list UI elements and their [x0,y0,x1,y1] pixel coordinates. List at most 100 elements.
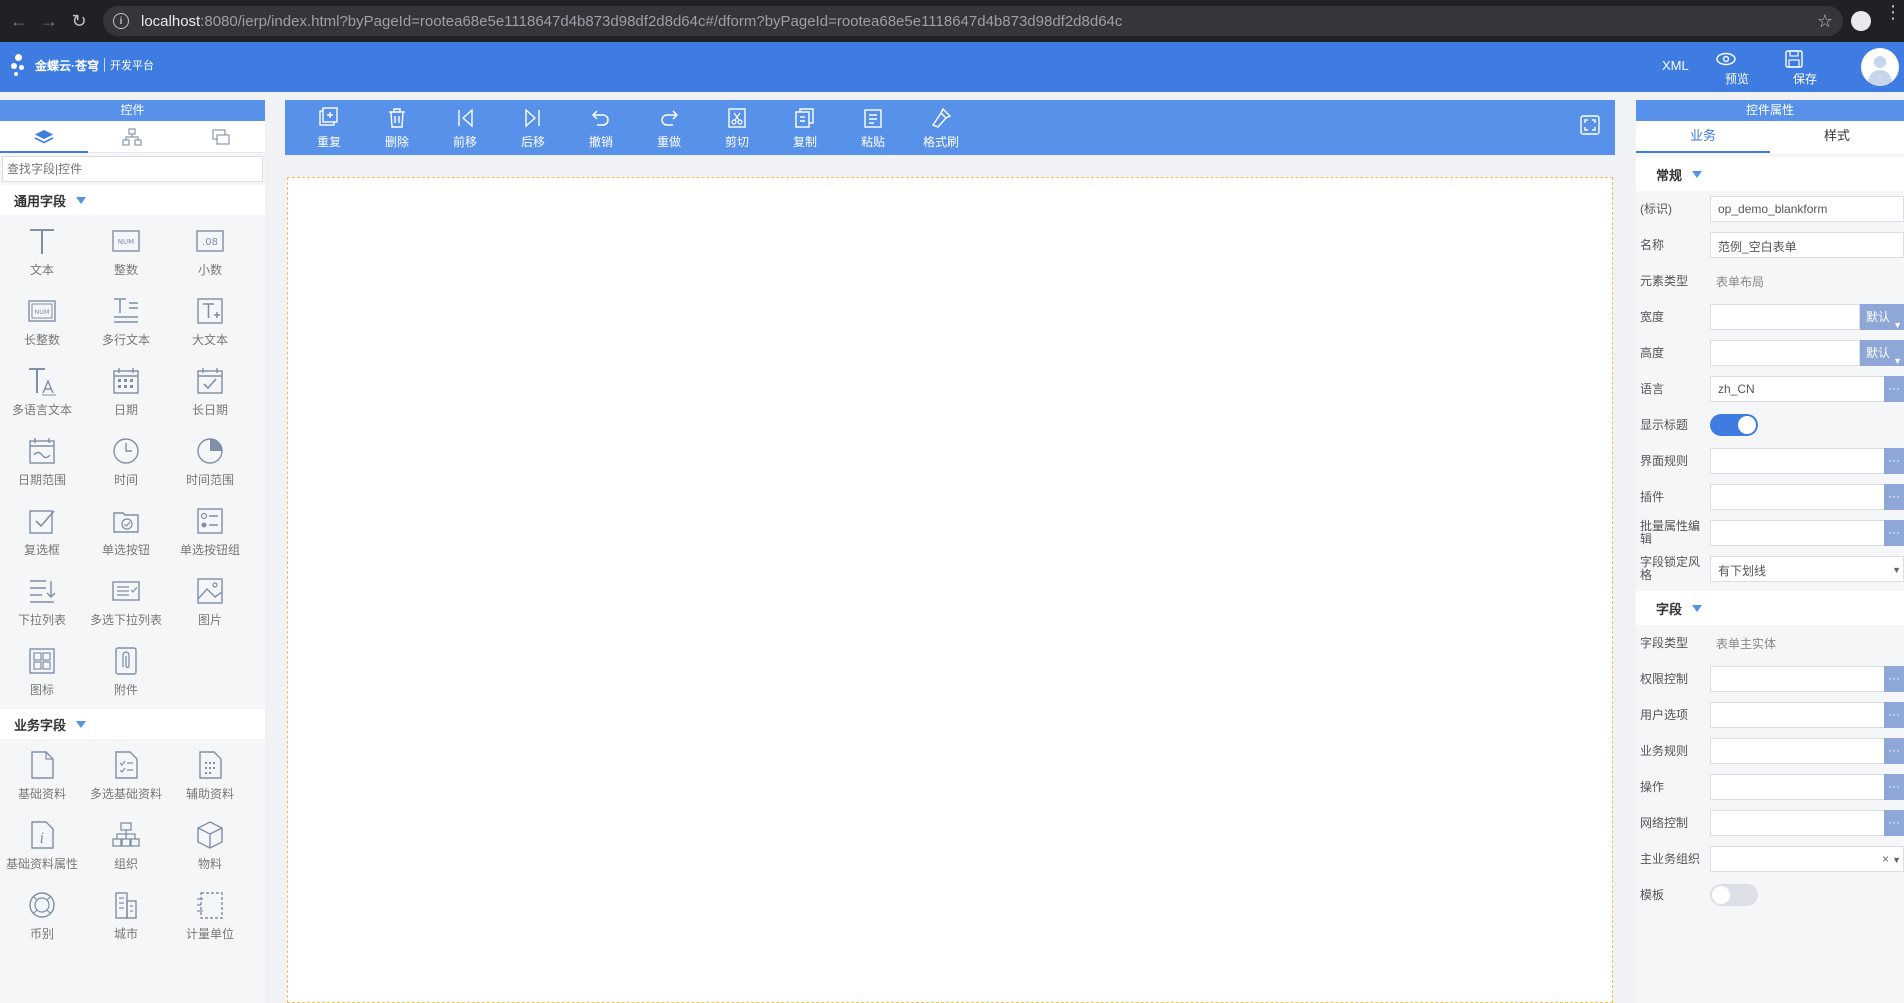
control-item[interactable]: 计量单位 [168,879,252,949]
language-more-button[interactable]: ··· [1884,376,1904,402]
templates-tab[interactable] [177,121,265,152]
template-toggle[interactable] [1710,884,1758,906]
control-item[interactable]: 基础资料 [0,739,84,809]
info-icon[interactable]: i [113,13,129,29]
operations-more-button[interactable]: ··· [1884,774,1904,800]
control-item[interactable]: 组织 [84,809,168,879]
control-item[interactable]: 长日期 [168,355,252,425]
control-item[interactable]: 图片 [168,565,252,635]
prop-batch-edit-input[interactable] [1710,520,1904,546]
prop-user-option-label: 用户选项 [1640,707,1689,722]
plugins-more-button[interactable]: ··· [1884,484,1904,510]
section-general[interactable]: 常规 [1636,157,1904,191]
forward-arrow-icon[interactable]: → [34,6,64,36]
save-button[interactable]: 保存 [1783,48,1827,87]
prop-permission-label: 权限控制 [1640,671,1689,686]
business-rules-more-button[interactable]: ··· [1884,738,1904,764]
prop-name-input[interactable]: 范例_空白表单 [1710,232,1904,258]
control-item[interactable]: 币别 [0,879,84,949]
control-item[interactable]: 时间 [84,425,168,495]
toolbar-button[interactable]: 粘贴 [839,100,907,155]
properties-panel: 控件属性 业务 样式 常规 (标识) op_demo_blankform 名称 … [1636,100,1904,1003]
user-option-more-button[interactable]: ··· [1884,702,1904,728]
height-default-dropdown[interactable]: 默认 ▼ [1860,340,1904,366]
control-search-input[interactable] [2,156,263,182]
control-item[interactable]: 日期范围 [0,425,84,495]
control-item[interactable]: 时间范围 [168,425,252,495]
control-item[interactable]: 辅助资料 [168,739,252,809]
control-item[interactable]: NUM 长整数 [0,285,84,355]
prop-id-input[interactable]: op_demo_blankform [1710,196,1904,222]
toolbar-button[interactable]: 前移 [431,100,499,155]
batch-edit-more-button[interactable]: ··· [1884,520,1904,546]
width-default-dropdown[interactable]: 默认 ▼ [1860,304,1904,330]
toolbar-button[interactable]: 剪切 [703,100,771,155]
layers-tab[interactable] [0,121,89,153]
reload-icon[interactable]: ↻ [64,6,94,36]
control-item[interactable]: 多选基础资料 [84,739,168,809]
prop-user-option-input[interactable] [1710,702,1904,728]
control-item[interactable]: NUM 整数 [84,215,168,285]
prop-language-input[interactable]: zh_CN [1710,376,1904,402]
toolbar-button[interactable]: 删除 [363,100,431,155]
control-item[interactable]: 大文本 [168,285,252,355]
control-item[interactable]: 单选按钮组 [168,495,252,565]
browser-menu-icon[interactable]: ⋮ [1884,3,1902,21]
clear-icon[interactable]: × [1882,852,1889,866]
group-general-fields[interactable]: 通用字段 [0,185,265,215]
prop-height-input[interactable] [1710,340,1860,366]
control-item[interactable]: 单选按钮 [84,495,168,565]
main-org-select[interactable]: × ▼ [1710,846,1904,872]
control-item[interactable]: i 基础资料属性 [0,809,84,879]
prop-operations-input[interactable] [1710,774,1904,800]
tab-style[interactable]: 样式 [1770,121,1904,153]
control-item-label: 币别 [29,927,54,941]
tree-tab[interactable] [88,121,176,152]
prop-ui-rules-input[interactable] [1710,448,1904,474]
fullscreen-icon[interactable] [1579,114,1601,136]
xml-button[interactable]: XML [1662,58,1689,73]
control-item[interactable]: 多选下拉列表 [84,565,168,635]
prop-width-input[interactable] [1710,304,1860,330]
prop-network-input[interactable] [1710,810,1904,836]
control-item[interactable]: 物料 [168,809,252,879]
control-item[interactable]: 多语言文本 [0,355,84,425]
permission-more-button[interactable]: ··· [1884,666,1904,692]
control-item[interactable]: 日期 [84,355,168,425]
prop-permission-input[interactable] [1710,666,1904,692]
preview-button[interactable]: 预览 [1715,48,1759,87]
user-avatar[interactable] [1861,48,1899,86]
group-business-fields[interactable]: 业务字段 [0,709,265,739]
lock-style-select[interactable]: 有下划线 ▼ [1710,556,1904,582]
control-item[interactable]: .08 小数 [168,215,252,285]
show-title-toggle[interactable] [1710,414,1758,436]
document-icon [26,749,58,781]
prop-business-rules-input[interactable] [1710,738,1904,764]
bookmark-star-icon[interactable]: ☆ [1817,11,1833,32]
design-canvas[interactable] [287,177,1613,1003]
toolbar-button[interactable]: 重做 [635,100,703,155]
toolbar-button[interactable]: 复制 [771,100,839,155]
ui-rules-more-button[interactable]: ··· [1884,448,1904,474]
toolbar-button[interactable]: 格式刷 [907,100,975,155]
control-item[interactable]: 多行文本 [84,285,168,355]
control-item[interactable]: 下拉列表 [0,565,84,635]
address-bar[interactable]: i localhost :8080/ierp/index.html?byPage… [103,6,1843,36]
control-item[interactable]: 城市 [84,879,168,949]
tab-business[interactable]: 业务 [1636,121,1770,153]
prop-plugins-input[interactable] [1710,484,1904,510]
back-arrow-icon[interactable]: ← [4,6,34,36]
control-item[interactable]: 复选框 [0,495,84,565]
lock-style-value: 有下划线 [1718,564,1767,578]
section-field[interactable]: 字段 [1636,591,1904,625]
network-more-button[interactable]: ··· [1884,810,1904,836]
group-general-title: 通用字段 [14,193,67,209]
control-item[interactable]: 图标 [0,635,84,705]
control-item[interactable]: 文本 [0,215,84,285]
control-item[interactable]: 附件 [84,635,168,705]
toolbar-button-label: 格式刷 [922,135,959,149]
toolbar-button[interactable]: 撤销 [567,100,635,155]
toolbar-button[interactable]: 后移 [499,100,567,155]
toolbar-button[interactable]: 重复 [295,100,363,155]
account-icon[interactable] [1851,11,1871,31]
